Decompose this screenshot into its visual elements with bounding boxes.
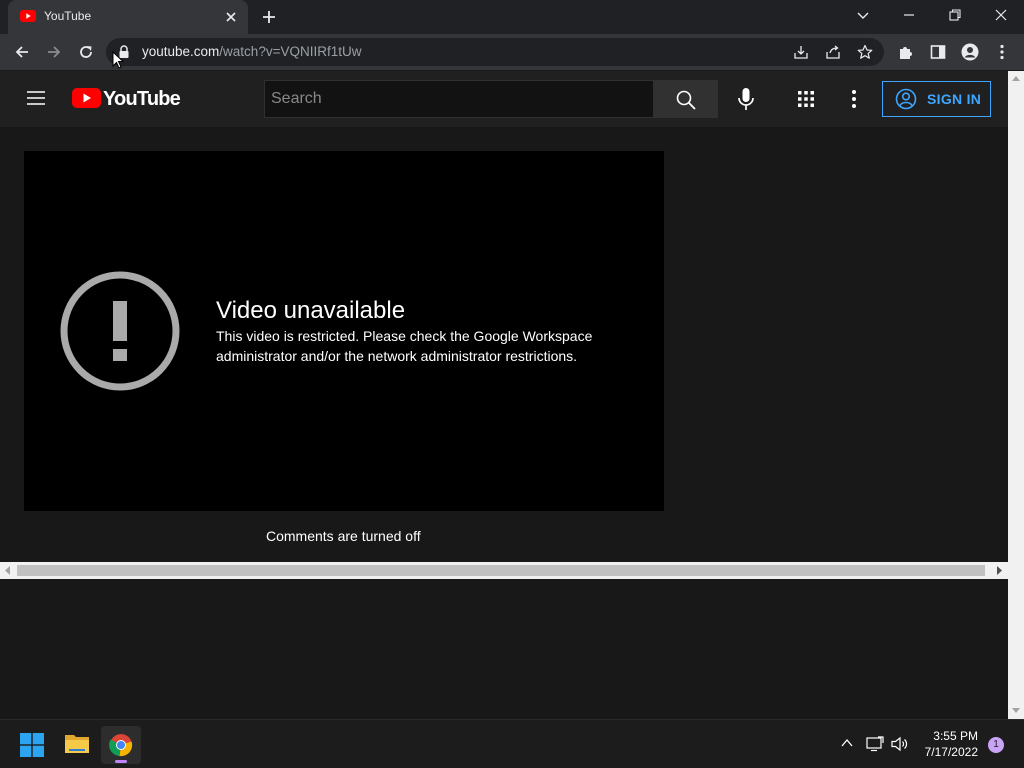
youtube-logo-icon[interactable]: [72, 88, 101, 108]
browser-toolbar: youtube.com/watch?v=VQNIIRf1tUw: [0, 34, 1024, 71]
error-message: This video is restricted. Please check t…: [216, 328, 593, 364]
network-icon[interactable]: [866, 736, 884, 752]
scroll-left-arrow-icon[interactable]: [4, 566, 12, 575]
browser-tab[interactable]: YouTube: [8, 0, 248, 34]
clock-date: 7/17/2022: [924, 745, 978, 759]
vertical-scrollbar[interactable]: [1008, 71, 1024, 719]
clock-time: 3:55 PM: [933, 729, 978, 743]
restore-icon[interactable]: [947, 7, 963, 23]
close-icon[interactable]: [993, 7, 1009, 23]
scroll-up-arrow-icon[interactable]: [1012, 75, 1020, 81]
tab-search-icon[interactable]: [855, 7, 871, 23]
page-content: YouTube SIGN IN Video unavailabl: [0, 71, 1008, 719]
system-clock[interactable]: 3:55 PM 7/17/2022: [916, 728, 978, 760]
forward-icon[interactable]: [45, 43, 63, 61]
minimize-icon[interactable]: [901, 7, 917, 23]
youtube-header: YouTube SIGN IN: [0, 71, 1008, 127]
share-icon[interactable]: [825, 44, 841, 60]
search-box[interactable]: [264, 80, 654, 118]
notification-badge[interactable]: 1: [988, 737, 1004, 753]
youtube-logo-text[interactable]: YouTube: [103, 88, 181, 111]
horizontal-scroll-thumb[interactable]: [17, 565, 985, 576]
windows-taskbar: 3:55 PM 7/17/2022 1: [0, 719, 1024, 768]
youtube-favicon-icon: [20, 10, 36, 22]
scroll-right-arrow-icon[interactable]: [995, 566, 1003, 575]
settings-more-icon[interactable]: [849, 88, 859, 110]
comments-status: Comments are turned off: [266, 528, 421, 544]
windows-start-button[interactable]: [12, 726, 52, 764]
sign-in-button[interactable]: SIGN IN: [882, 81, 991, 117]
file-explorer-button[interactable]: [57, 726, 97, 764]
url-text[interactable]: youtube.com/watch?v=VQNIIRf1tUw: [142, 44, 361, 59]
address-bar[interactable]: youtube.com/watch?v=VQNIIRf1tUw: [106, 38, 884, 66]
chrome-taskbar-button[interactable]: [101, 726, 141, 764]
video-player[interactable]: Video unavailable This video is restrict…: [24, 151, 664, 511]
chrome-menu-icon[interactable]: [993, 43, 1011, 61]
search-input[interactable]: [265, 81, 653, 117]
side-panel-icon[interactable]: [929, 43, 947, 61]
apps-grid-icon[interactable]: [797, 90, 815, 108]
install-icon[interactable]: [793, 44, 809, 60]
back-icon[interactable]: [13, 43, 31, 61]
url-path: /watch?v=VQNIIRf1tUw: [219, 44, 362, 59]
volume-icon[interactable]: [891, 736, 909, 752]
tab-close-icon[interactable]: [224, 10, 238, 24]
profile-icon[interactable]: [961, 43, 979, 61]
scroll-down-arrow-icon[interactable]: [1012, 708, 1020, 714]
hamburger-menu-icon[interactable]: [26, 89, 46, 107]
mouse-cursor-icon: [112, 51, 124, 70]
microphone-icon[interactable]: [734, 86, 758, 112]
new-tab-icon[interactable]: [261, 9, 277, 25]
error-title: Video unavailable: [216, 297, 406, 324]
horizontal-scrollbar[interactable]: [0, 562, 1008, 579]
url-host: youtube.com: [142, 44, 220, 59]
alert-exclamation-icon: [60, 271, 180, 391]
reload-icon[interactable]: [77, 43, 95, 61]
extensions-icon[interactable]: [897, 43, 915, 61]
sign-in-label: SIGN IN: [927, 91, 982, 107]
active-app-indicator: [115, 760, 127, 763]
chevron-up-icon[interactable]: [840, 736, 854, 750]
search-button[interactable]: [654, 80, 718, 118]
tab-title: YouTube: [44, 9, 92, 23]
browser-tab-strip: YouTube: [0, 0, 1024, 34]
bookmark-star-icon[interactable]: [857, 44, 873, 60]
